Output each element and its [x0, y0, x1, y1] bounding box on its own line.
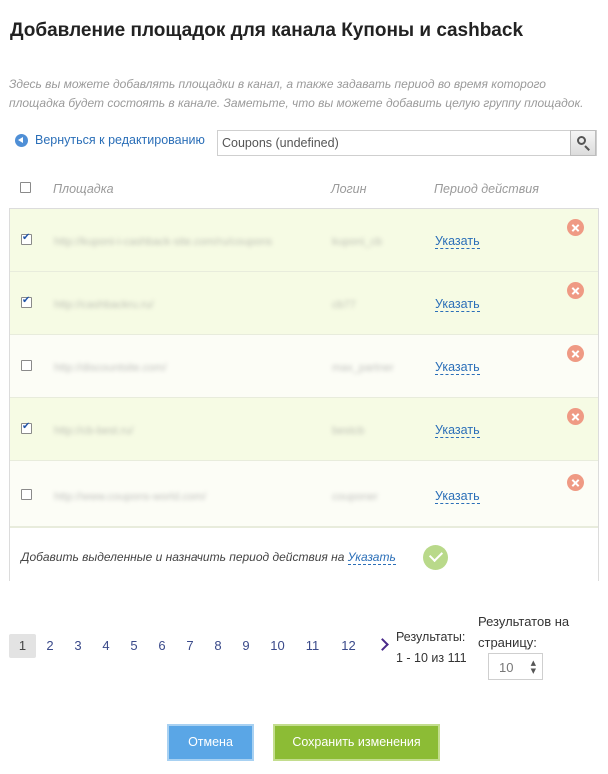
page-link-11[interactable]: 11 [295, 634, 330, 658]
page-description: Здесь вы можете добавлять площадки в кан… [9, 77, 584, 110]
per-page-select[interactable]: 10 ▲ ▼ [488, 653, 543, 680]
results-range: 1 - 10 из 111 [396, 651, 467, 665]
spinner-arrows-icon: ▲ ▼ [530, 659, 536, 675]
results-label: Результаты: [396, 630, 466, 644]
bulk-action-bar: Добавить выделенные и назначить период д… [10, 527, 598, 581]
set-period-link[interactable]: Указать [435, 234, 480, 249]
row-checkbox[interactable] [21, 489, 32, 500]
site-login: bestcb [332, 425, 365, 437]
row-checkbox[interactable] [21, 421, 32, 434]
site-login: max_partner [332, 362, 394, 374]
remove-icon[interactable] [567, 345, 584, 362]
back-link-label: Вернуться к редактированию [35, 133, 205, 147]
page-link-7[interactable]: 7 [176, 634, 204, 658]
search-input[interactable] [218, 131, 570, 155]
table-row: http://kuponi-i-cashback-site.com/ru/cou… [10, 209, 598, 272]
table-row: http://cashbackru.ru/ cb77 Указать [10, 272, 598, 335]
arrow-left-circle-icon [15, 133, 28, 147]
set-period-link[interactable]: Указать [435, 489, 480, 504]
search-button[interactable] [570, 130, 596, 156]
column-header-login: Логин [331, 182, 367, 196]
search-icon [577, 136, 586, 145]
page-link-4[interactable]: 4 [92, 634, 120, 658]
per-page-label: Результатов на страницу: [478, 614, 570, 650]
checkmark-icon[interactable] [423, 545, 448, 570]
page-link-2[interactable]: 2 [36, 634, 64, 658]
column-header-site: Площадка [53, 182, 114, 196]
page-link-10[interactable]: 10 [260, 634, 295, 658]
page-link-9[interactable]: 9 [232, 634, 260, 658]
table-row: http://cb-best.ru/ bestcb Указать [10, 398, 598, 461]
remove-icon[interactable] [567, 474, 584, 491]
page-link-5[interactable]: 5 [120, 634, 148, 658]
cancel-button[interactable]: Отмена [167, 724, 254, 761]
select-all-checkbox[interactable] [20, 182, 31, 193]
set-period-link[interactable]: Указать [435, 423, 480, 438]
site-url: http://discountsite.com/ [54, 362, 167, 374]
remove-icon[interactable] [567, 219, 584, 236]
column-header-period: Период действия [434, 182, 539, 196]
page-link-12[interactable]: 12 [330, 634, 367, 658]
set-period-link[interactable]: Указать [435, 360, 480, 375]
row-checkbox[interactable] [21, 232, 32, 245]
table-row: http://discountsite.com/ max_partner Ука… [10, 335, 598, 398]
site-url: http://kuponi-i-cashback-site.com/ru/cou… [54, 236, 273, 248]
row-checkbox[interactable] [21, 295, 32, 308]
row-checkbox[interactable] [21, 360, 32, 371]
next-page-icon[interactable] [376, 638, 389, 651]
pagination: 1 2 3 4 5 6 7 8 9 10 11 12 [9, 634, 367, 658]
remove-icon[interactable] [567, 408, 584, 425]
site-login: cb77 [332, 299, 356, 311]
page-title: Добавление площадок для канала Купоны и … [10, 20, 524, 41]
page-link-8[interactable]: 8 [204, 634, 232, 658]
results-info: Результаты: 1 - 10 из 111 [396, 627, 467, 669]
per-page-value: 10 [499, 660, 514, 675]
bulk-set-period-link[interactable]: Указать [347, 550, 396, 565]
page-link-3[interactable]: 3 [64, 634, 92, 658]
bulk-action-text: Добавить выделенные и назначить период д… [21, 550, 396, 565]
page-link-1[interactable]: 1 [9, 634, 36, 658]
set-period-link[interactable]: Указать [435, 297, 480, 312]
table-row: http://www.coupons-world.com/ couponer У… [10, 461, 598, 527]
site-login: couponer [332, 491, 378, 503]
back-to-edit-link[interactable]: Вернуться к редактированию [15, 133, 205, 147]
page-link-6[interactable]: 6 [148, 634, 176, 658]
site-login: kuponi_cb [332, 236, 383, 248]
site-url: http://cashbackru.ru/ [54, 299, 154, 311]
remove-icon[interactable] [567, 282, 584, 299]
site-url: http://www.coupons-world.com/ [54, 491, 207, 503]
site-url: http://cb-best.ru/ [54, 425, 134, 437]
save-button[interactable]: Сохранить изменения [273, 724, 440, 761]
sites-table: http://kuponi-i-cashback-site.com/ru/cou… [9, 208, 599, 581]
search-box [217, 130, 597, 156]
